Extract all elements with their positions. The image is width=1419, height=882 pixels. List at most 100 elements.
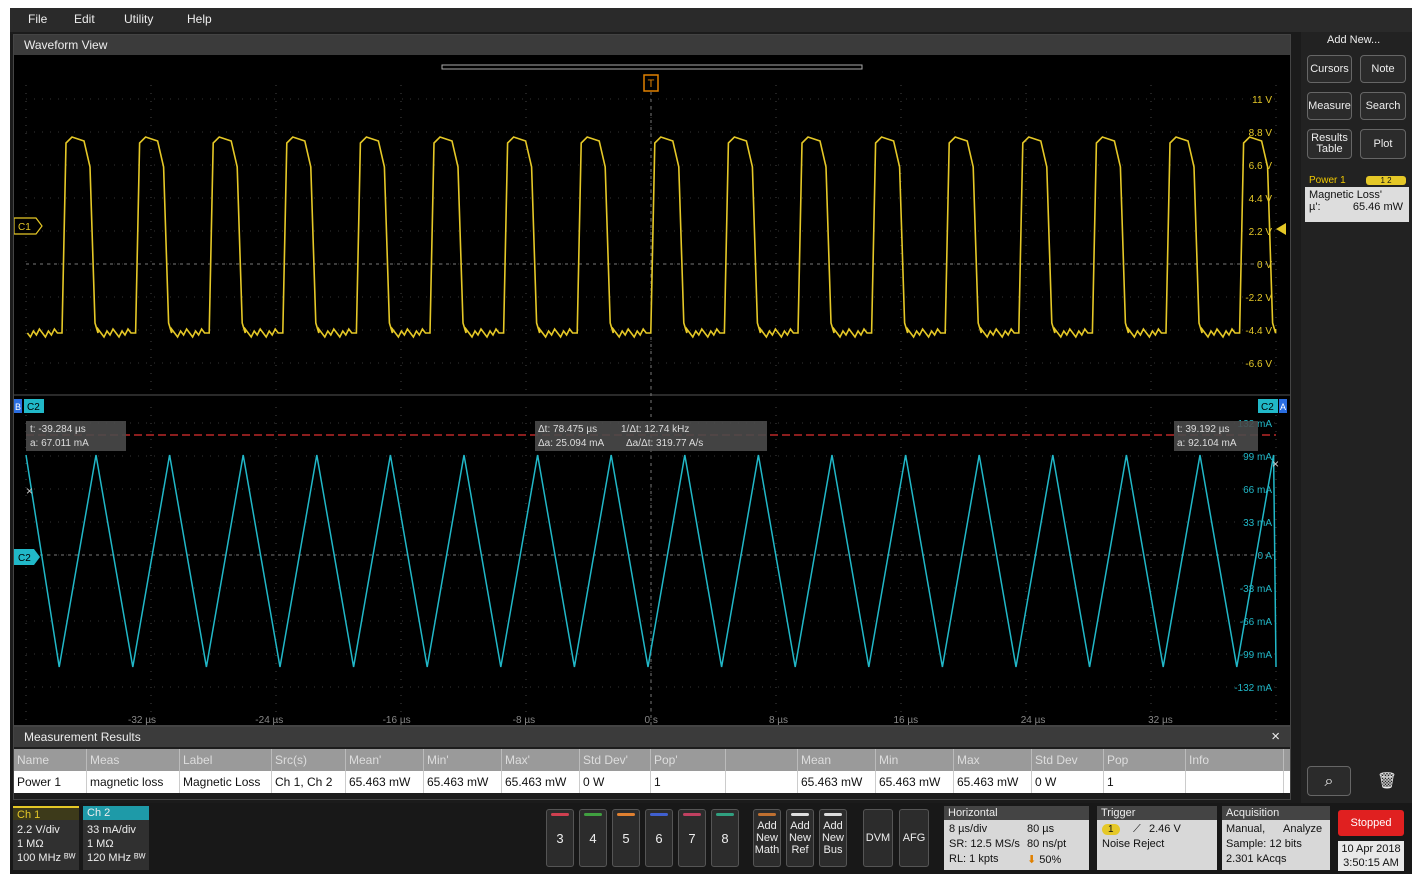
column-header[interactable]: Max' bbox=[502, 749, 580, 771]
power-card-title: Power 1 bbox=[1309, 175, 1346, 186]
measurement-results-title: Measurement Results bbox=[24, 730, 141, 744]
measurement-results-panel: Measurement Results × Name Meas Label Src(s… bbox=[13, 726, 1291, 800]
power-card-value: 65.46 mW bbox=[1352, 201, 1403, 213]
run-stop-button[interactable]: Stopped bbox=[1338, 810, 1404, 836]
power-card-source-badge: 1 2 bbox=[1366, 176, 1406, 185]
ch1-pane[interactable] bbox=[14, 55, 1290, 395]
table-cell: magnetic loss bbox=[87, 771, 180, 793]
ch8-button[interactable]: 8 bbox=[711, 809, 739, 867]
measurement-table: Name Meas Label Src(s) Mean' Min' Max' Std Dev'… bbox=[14, 749, 1290, 793]
acquisition-count: 2.301 kAcqs bbox=[1226, 853, 1287, 865]
bottom-bar: Ch 1 2.2 V/div 1 MΩ 100 MHz ᴮᵂ Ch 2 33 m… bbox=[10, 803, 1412, 874]
column-header[interactable]: Mean bbox=[798, 749, 876, 771]
cursors-button[interactable]: Cursors bbox=[1307, 55, 1352, 83]
search-button[interactable]: Search bbox=[1360, 92, 1406, 120]
time-axis-label: -16 µs bbox=[383, 715, 411, 725]
horizontal-percent-value: 50% bbox=[1039, 854, 1062, 866]
ch1-axis-label: 2.2 V bbox=[1249, 227, 1273, 238]
menu-utility[interactable]: Utility bbox=[124, 12, 153, 26]
column-header[interactable]: Src(s) bbox=[272, 749, 346, 771]
menu-file[interactable]: File bbox=[28, 12, 47, 26]
ch7-button[interactable]: 7 bbox=[678, 809, 706, 867]
dvm-button[interactable]: DVM bbox=[863, 809, 893, 867]
add-math-line2: New bbox=[755, 832, 778, 844]
menu-edit[interactable]: Edit bbox=[74, 12, 95, 26]
add-new-bus-button[interactable]: Add New Bus bbox=[819, 809, 847, 867]
ch1-scale: 2.2 V/div bbox=[17, 824, 60, 836]
power-card-header: Power 1 1 2 bbox=[1305, 174, 1409, 187]
column-header[interactable]: Max bbox=[954, 749, 1032, 771]
column-header[interactable]: Std Dev bbox=[1032, 749, 1104, 771]
horizontal-title: Horizontal bbox=[944, 806, 1089, 820]
power-measurement-badge[interactable]: Power 1 1 2 Magnetic Loss' µ': 65.46 mW bbox=[1305, 174, 1409, 222]
trigger-badge[interactable]: Trigger 1 ⟋ 2.46 V Noise Reject bbox=[1097, 806, 1217, 870]
ch3-button[interactable]: 3 bbox=[546, 809, 574, 867]
cursor-delta-freq: 1/Δt: 12.74 kHz bbox=[621, 424, 689, 435]
column-header[interactable] bbox=[726, 749, 798, 771]
column-header[interactable]: Info bbox=[1186, 749, 1284, 771]
plot-button[interactable]: Plot bbox=[1360, 129, 1406, 159]
measure-button[interactable]: Measure bbox=[1307, 92, 1352, 120]
measurement-table-header: Name Meas Label Src(s) Mean' Min' Max' Std Dev'… bbox=[14, 749, 1290, 771]
horizontal-badge[interactable]: Horizontal 8 µs/div 80 µs SR: 12.5 MS/s … bbox=[944, 806, 1089, 870]
trash-icon[interactable]: 🗑 bbox=[1365, 766, 1409, 796]
dvm-label: DVM bbox=[865, 832, 891, 844]
afg-label: AFG bbox=[902, 832, 926, 844]
trigger-level: 2.46 V bbox=[1149, 823, 1181, 835]
table-cell: 65.463 mW bbox=[876, 771, 954, 793]
cursor-b-time: t: 39.192 µs bbox=[1177, 424, 1229, 435]
waveform-plot[interactable]: 11 V8.8 V6.6 V4.4 V2.2 V0 V-2.2 V-4.4 V-… bbox=[14, 55, 1290, 725]
ch4-label: 4 bbox=[589, 830, 597, 846]
ch4-button[interactable]: 4 bbox=[579, 809, 607, 867]
ch2-axis-label: -132 mA bbox=[1234, 683, 1272, 694]
acquisition-badge[interactable]: Acquisition Manual, Analyze Sample: 12 b… bbox=[1222, 806, 1330, 870]
oscilloscope-app: File Edit Utility Help Waveform View 11 … bbox=[10, 8, 1412, 874]
column-header[interactable]: Mean' bbox=[346, 749, 424, 771]
ch2-axis-label: 99 mA bbox=[1243, 452, 1272, 463]
ch2-impedance: 1 MΩ bbox=[87, 838, 114, 850]
column-header[interactable]: Name bbox=[14, 749, 87, 771]
time-axis-label: -32 µs bbox=[128, 715, 156, 725]
results-table-button[interactable]: Results Table bbox=[1307, 129, 1352, 159]
table-cell bbox=[726, 771, 798, 793]
column-header[interactable]: Label bbox=[180, 749, 272, 771]
add-math-line3: Math bbox=[754, 844, 780, 856]
ch1-axis-label: -2.2 V bbox=[1245, 293, 1272, 304]
column-header[interactable]: Pop bbox=[1104, 749, 1186, 771]
column-header[interactable]: Meas bbox=[87, 749, 180, 771]
add-new-math-button[interactable]: Add New Math bbox=[753, 809, 781, 867]
waveform-view-header: Waveform View bbox=[14, 35, 1290, 55]
ch2-axis-label: 0 A bbox=[1258, 551, 1273, 562]
column-header[interactable]: Min' bbox=[424, 749, 502, 771]
afg-button[interactable]: AFG bbox=[899, 809, 929, 867]
date-time-badge[interactable]: 10 Apr 2018 3:50:15 AM bbox=[1338, 841, 1404, 871]
table-cell bbox=[1186, 771, 1284, 793]
horizontal-sample-rate: SR: 12.5 MS/s bbox=[949, 838, 1020, 850]
trigger-position-icon: ⬇ bbox=[1027, 854, 1037, 866]
ch5-button[interactable]: 5 bbox=[612, 809, 640, 867]
note-button[interactable]: Note bbox=[1360, 55, 1406, 83]
add-new-ref-button[interactable]: Add New Ref bbox=[786, 809, 814, 867]
table-row[interactable]: Power 1 magnetic loss Magnetic Loss Ch 1, C… bbox=[14, 771, 1290, 793]
add-ref-line2: New bbox=[788, 832, 811, 844]
zoom-search-icon[interactable]: ⌕ bbox=[1307, 766, 1351, 796]
cursor-delta-time: Δt: 78.475 µs bbox=[538, 424, 597, 435]
ch2-axis-label: -99 mA bbox=[1240, 650, 1273, 661]
ch6-button[interactable]: 6 bbox=[645, 809, 673, 867]
ch6-label: 6 bbox=[655, 830, 663, 846]
ch2-scale: 33 mA/div bbox=[87, 824, 136, 836]
ch3-label: 3 bbox=[556, 830, 564, 846]
ch1-badge[interactable]: Ch 1 2.2 V/div 1 MΩ 100 MHz ᴮᵂ bbox=[13, 806, 79, 870]
close-icon[interactable]: × bbox=[1271, 728, 1280, 745]
menu-help[interactable]: Help bbox=[187, 12, 212, 26]
column-header[interactable]: Pop' bbox=[651, 749, 726, 771]
rising-edge-icon: ⟋ bbox=[1133, 823, 1141, 835]
trigger-title: Trigger bbox=[1097, 806, 1217, 820]
ch2-pane-badge-label: C2 bbox=[27, 402, 40, 413]
power-card-label: µ': bbox=[1309, 201, 1321, 213]
column-header[interactable]: Min bbox=[876, 749, 954, 771]
waveform-view[interactable]: Waveform View 11 V 8.8 V 6.6 V 4.4 V 2.2 V0 … bbox=[13, 34, 1291, 726]
horizontal-ns-per-pt: 80 ns/pt bbox=[1027, 838, 1067, 850]
column-header[interactable]: Std Dev' bbox=[580, 749, 651, 771]
ch2-badge[interactable]: Ch 2 33 mA/div 1 MΩ 120 MHz ᴮᵂ bbox=[83, 806, 149, 870]
